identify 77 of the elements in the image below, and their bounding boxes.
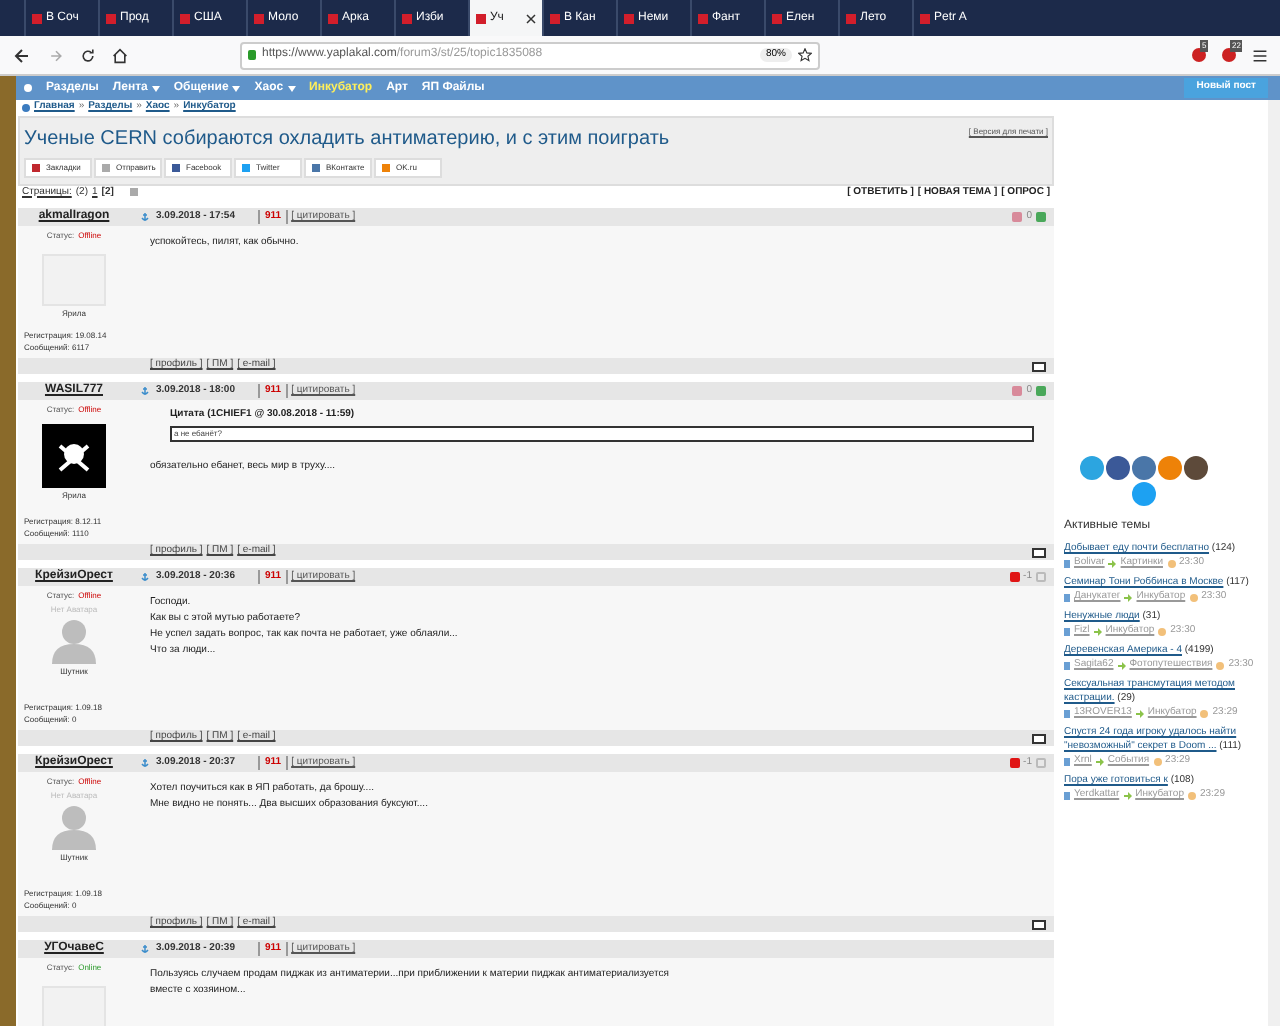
scroll-top-icon[interactable] xyxy=(1032,361,1046,371)
share-icon xyxy=(102,163,110,171)
clock-icon xyxy=(1167,559,1175,567)
social-icon[interactable] xyxy=(1132,456,1156,480)
site-favicon xyxy=(106,13,116,23)
user-silhouette-icon xyxy=(48,616,100,664)
user-icon xyxy=(1064,709,1070,717)
forward-icon[interactable] xyxy=(48,47,64,63)
arrow-icon xyxy=(1095,757,1104,765)
site-favicon xyxy=(698,13,708,23)
caret-icon xyxy=(151,85,160,91)
site-favicon xyxy=(920,13,930,23)
arrow-icon xyxy=(1117,661,1126,669)
site-favicon xyxy=(624,13,634,23)
scroll-top-icon[interactable] xyxy=(1032,733,1046,743)
clock-icon xyxy=(1187,791,1196,799)
clock-icon xyxy=(1216,661,1225,669)
reload-icon[interactable] xyxy=(80,47,96,63)
plus-vote-icon[interactable] xyxy=(1036,572,1046,582)
scroll-top-icon[interactable] xyxy=(1032,919,1046,929)
arrow-icon xyxy=(1124,593,1133,601)
clock-icon xyxy=(1200,709,1209,717)
minus-vote-icon[interactable] xyxy=(1009,572,1020,582)
arrow-icon xyxy=(1135,709,1144,717)
site-favicon xyxy=(328,13,338,23)
user-icon xyxy=(1064,593,1070,601)
back-icon[interactable] xyxy=(12,45,32,65)
user-icon xyxy=(1064,559,1070,567)
user-icon xyxy=(1064,661,1070,669)
scrollbar[interactable] xyxy=(1268,100,1280,1026)
site-favicon xyxy=(772,13,782,23)
site-favicon xyxy=(254,13,264,23)
share-icon xyxy=(312,163,320,171)
clock-icon xyxy=(1158,627,1167,635)
page-menu-icon[interactable] xyxy=(129,188,138,197)
minus-vote-icon[interactable] xyxy=(1012,212,1023,222)
star-icon[interactable] xyxy=(798,48,812,62)
share-icon xyxy=(382,163,390,171)
clock-icon xyxy=(1189,593,1198,601)
anchor-icon[interactable] xyxy=(140,386,150,396)
topic-title: Ученые CERN собираются охладить антиматерию, и с этим поиграть xyxy=(24,125,670,151)
caret-icon xyxy=(287,85,296,91)
user-icon xyxy=(1064,757,1070,765)
site-logo-icon xyxy=(22,103,30,112)
site-favicon xyxy=(846,13,856,23)
share-icon xyxy=(172,163,180,171)
site-favicon xyxy=(32,13,42,23)
plus-vote-icon[interactable] xyxy=(1036,758,1046,768)
share-icon xyxy=(242,163,250,171)
social-icon[interactable] xyxy=(1184,456,1208,480)
home-icon[interactable] xyxy=(112,47,128,63)
scroll-top-icon[interactable] xyxy=(1032,547,1046,557)
menu-icon[interactable] xyxy=(1252,47,1268,63)
anchor-icon[interactable] xyxy=(140,572,150,582)
site-favicon xyxy=(550,13,560,23)
user-icon xyxy=(1064,627,1070,635)
lock-icon xyxy=(248,50,256,60)
clock-icon xyxy=(1153,757,1162,765)
site-favicon xyxy=(402,13,412,23)
anchor-icon[interactable] xyxy=(140,212,150,222)
plus-vote-icon[interactable] xyxy=(1036,212,1046,222)
share-icon xyxy=(32,163,40,171)
anchor-icon[interactable] xyxy=(140,944,150,954)
anchor-icon[interactable] xyxy=(140,758,150,768)
user-silhouette-icon xyxy=(48,802,100,850)
plus-vote-icon[interactable] xyxy=(1036,386,1046,396)
social-icon[interactable] xyxy=(1106,456,1130,480)
arrow-icon xyxy=(1093,627,1102,635)
caret-icon xyxy=(232,85,241,91)
minus-vote-icon[interactable] xyxy=(1009,758,1020,768)
minus-vote-icon[interactable] xyxy=(1012,386,1023,396)
arrow-icon xyxy=(1108,559,1117,567)
user-icon xyxy=(1064,791,1070,799)
arrow-icon xyxy=(1123,791,1132,799)
close-icon[interactable] xyxy=(526,13,536,23)
site-favicon xyxy=(180,13,190,23)
site-favicon xyxy=(476,13,486,23)
